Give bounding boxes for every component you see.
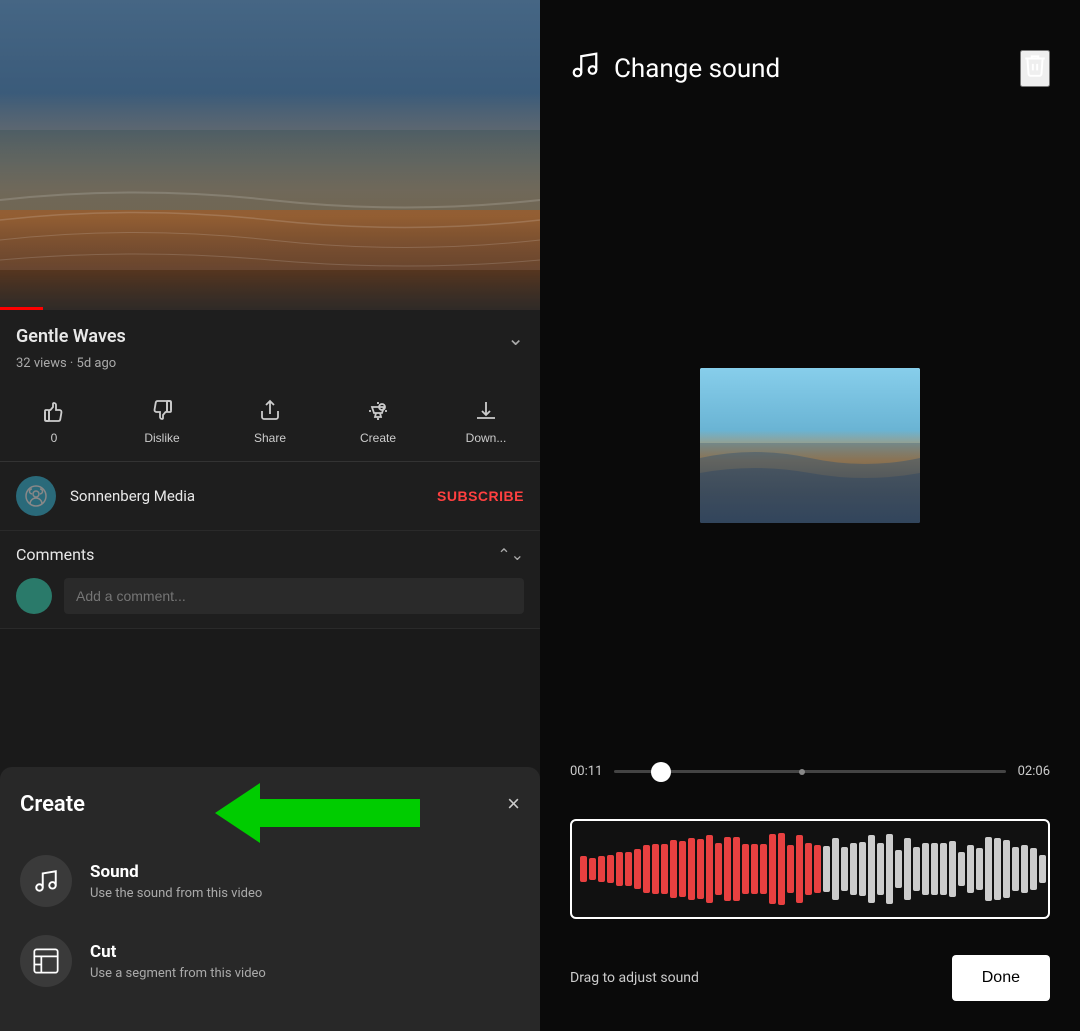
cut-item-title: Cut — [90, 942, 266, 962]
arrow-head — [215, 783, 260, 843]
commenter-avatar — [16, 578, 52, 614]
view-count: 32 views — [16, 356, 67, 371]
share-label: Share — [254, 431, 286, 445]
comment-input[interactable] — [64, 578, 524, 614]
close-modal-button[interactable]: × — [507, 791, 520, 817]
timeline-track[interactable] — [614, 770, 1005, 773]
change-sound-title: Change sound — [614, 54, 780, 84]
action-buttons-row: 0 Dislike Share — [0, 383, 540, 462]
left-panel: Gentle Waves ⌄ 32 views · 5d ago 0 — [0, 0, 540, 1031]
video-thumbnail[interactable] — [0, 0, 540, 310]
timeline-dot — [799, 769, 805, 775]
create-sound-item[interactable]: Sound Use the sound from this video — [20, 841, 520, 921]
dislike-label: Dislike — [144, 431, 179, 445]
channel-avatar[interactable] — [16, 476, 56, 516]
video-meta: 32 views · 5d ago — [16, 356, 524, 371]
create-cut-item[interactable]: Cut Use a segment from this video — [20, 921, 520, 1001]
download-button[interactable]: Down... — [432, 391, 540, 453]
timeline-section: 00:11 02:06 — [540, 764, 1080, 819]
bottom-row: Drag to adjust sound Done — [540, 939, 1080, 1031]
like-button[interactable]: 0 — [0, 391, 108, 453]
arrow-indicator — [215, 783, 420, 843]
dislike-button[interactable]: Dislike — [108, 391, 216, 453]
share-button[interactable]: Share — [216, 391, 324, 453]
comments-header: Comments ⌃⌄ — [16, 545, 524, 564]
cut-item-description: Use a segment from this video — [90, 966, 266, 981]
download-label: Down... — [466, 431, 507, 445]
video-preview-container — [540, 117, 1080, 764]
create-modal-title: Create — [20, 792, 85, 817]
thumbs-up-icon — [42, 399, 66, 427]
delete-sound-button[interactable] — [1020, 50, 1050, 87]
video-preview-ocean — [700, 443, 920, 523]
arrow-body — [260, 799, 420, 827]
sound-item-description: Use the sound from this video — [90, 886, 262, 901]
comments-title: Comments — [16, 545, 94, 564]
sound-item-title: Sound — [90, 862, 262, 882]
drag-hint-text: Drag to adjust sound — [570, 970, 699, 986]
cut-item-text: Cut Use a segment from this video — [90, 942, 266, 981]
done-button[interactable]: Done — [952, 955, 1050, 1001]
comment-input-row — [16, 578, 524, 614]
music-note-icon — [570, 50, 600, 87]
timeline-thumb[interactable] — [651, 762, 671, 782]
waveform-container[interactable] — [570, 819, 1050, 919]
channel-name: Sonnenberg Media — [70, 487, 437, 505]
share-icon — [258, 399, 282, 427]
chevron-down-icon[interactable]: ⌄ — [507, 326, 524, 350]
sound-item-icon-container — [20, 855, 72, 907]
right-panel: Change sound — [540, 0, 1080, 1031]
timeline-row: 00:11 02:06 — [570, 764, 1050, 779]
time-ago: 5d ago — [77, 356, 117, 371]
subscribe-button[interactable]: SUBSCRIBE — [437, 488, 524, 504]
start-time-label: 00:11 — [570, 764, 602, 779]
video-progress-bar — [0, 307, 43, 310]
like-count: 0 — [51, 431, 58, 445]
expand-comments-icon[interactable]: ⌃⌄ — [497, 545, 524, 564]
comments-section: Comments ⌃⌄ — [0, 531, 540, 629]
download-icon — [474, 399, 498, 427]
change-sound-left: Change sound — [570, 50, 780, 87]
end-time-label: 02:06 — [1018, 764, 1050, 779]
change-sound-header: Change sound — [540, 0, 1080, 117]
create-icon — [366, 399, 390, 427]
thumbs-down-icon — [150, 399, 174, 427]
create-button[interactable]: Create — [324, 391, 432, 453]
create-label: Create — [360, 431, 396, 445]
channel-row: Sonnenberg Media SUBSCRIBE — [0, 462, 540, 531]
video-info: Gentle Waves ⌄ 32 views · 5d ago — [0, 310, 540, 383]
cut-item-icon-container — [20, 935, 72, 987]
sound-item-text: Sound Use the sound from this video — [90, 862, 262, 901]
video-title: Gentle Waves — [16, 326, 126, 347]
video-preview-thumbnail — [700, 368, 920, 523]
